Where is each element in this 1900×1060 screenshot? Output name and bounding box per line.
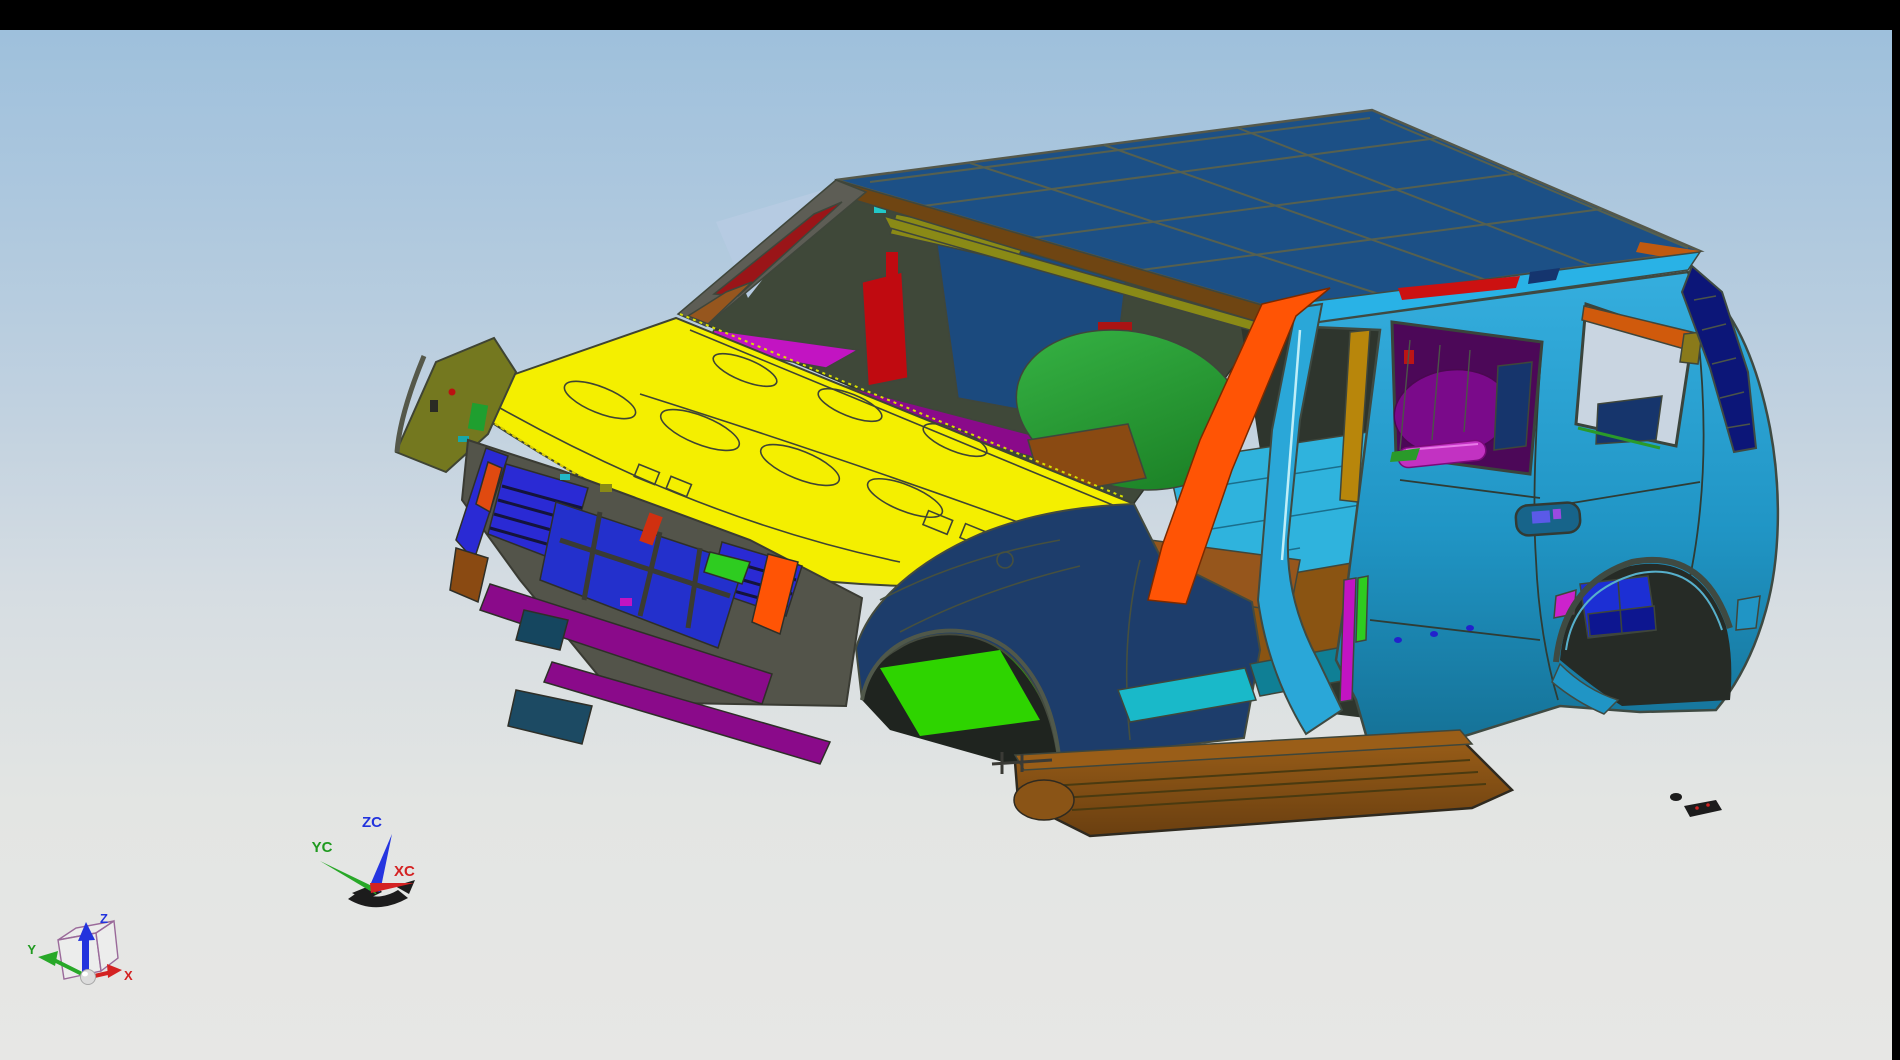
interior-firewall-red[interactable] bbox=[862, 272, 908, 386]
abs-origin-sphere bbox=[81, 970, 96, 985]
window-chrome-right-strip bbox=[1892, 0, 1900, 1060]
absolute-csys-triad: Z Y X bbox=[27, 911, 133, 985]
loose-parts[interactable] bbox=[1670, 793, 1722, 817]
door-handle[interactable] bbox=[1515, 502, 1581, 536]
window-chrome-top-strip bbox=[0, 0, 1900, 30]
abs-x-label: X bbox=[124, 968, 133, 983]
wcs-z-label: ZC bbox=[362, 814, 382, 831]
wcs-triad[interactable]: ZC YC XC bbox=[312, 814, 415, 907]
application-window: ZC YC XC Z Y X bbox=[0, 0, 1900, 1060]
car-model[interactable] bbox=[396, 110, 1778, 836]
abs-z-label: Z bbox=[100, 911, 108, 926]
wcs-y-label: YC bbox=[312, 839, 333, 856]
wcs-x-label: XC bbox=[394, 863, 415, 880]
rear-door-window[interactable] bbox=[1389, 322, 1542, 474]
3d-viewport-canvas[interactable]: ZC YC XC Z Y X bbox=[0, 0, 1900, 1060]
abs-y-label: Y bbox=[27, 942, 36, 957]
